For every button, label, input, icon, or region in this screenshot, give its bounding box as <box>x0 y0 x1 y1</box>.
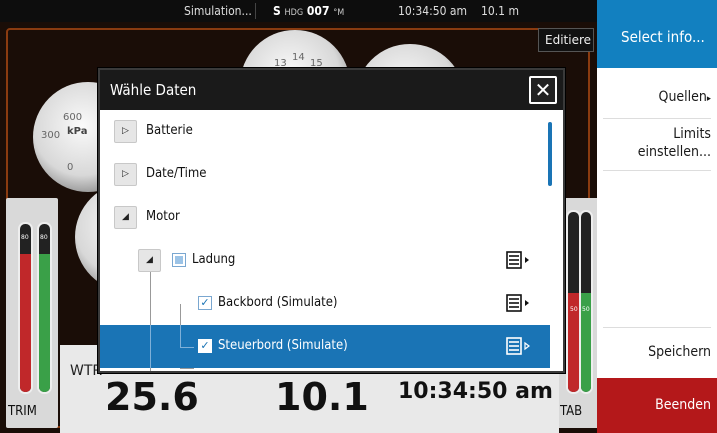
tree-item-backbord[interactable]: ✓ Backbord (Simulate) <box>100 282 550 325</box>
limits-button[interactable]: Limits einstellen... <box>597 125 717 161</box>
clock-readout: 10:34:50 am <box>398 4 468 18</box>
tree-line <box>180 347 194 348</box>
readout-value-1: 25.6 <box>105 375 199 419</box>
trim-bar-right: 80 <box>37 222 52 394</box>
collapse-icon[interactable]: ◢ <box>138 249 161 272</box>
status-bar: Simulation... S HDG 007 °M 10:34:50 am 1… <box>0 0 597 22</box>
side-menu: Select info... Quellen▸ Limits einstelle… <box>597 0 717 433</box>
tab-bar-right: 50 <box>579 210 593 394</box>
trim-meter[interactable]: 80 80 TRIM <box>6 198 58 428</box>
close-icon[interactable]: ✕ <box>529 76 557 104</box>
speichern-button[interactable]: Speichern <box>597 343 717 361</box>
simulation-status[interactable]: Simulation... <box>184 4 252 18</box>
heading-readout: S HDG 007 °M <box>273 4 345 18</box>
select-info-button[interactable]: Select info... <box>597 0 717 68</box>
readout-value-3: 10:34:50 am <box>398 379 553 404</box>
list-menu-icon[interactable] <box>506 251 532 269</box>
expand-icon[interactable]: ▷ <box>114 120 137 143</box>
tree-line <box>180 368 194 369</box>
kpa-unit: kPa <box>67 126 88 137</box>
tree-line <box>180 325 181 347</box>
list-menu-icon[interactable] <box>506 337 532 355</box>
partial-checkbox[interactable] <box>172 253 186 267</box>
select-data-dialog: Wähle Daten ✕ ▷ Batterie ▷ Date/Time ◢ M… <box>98 68 565 373</box>
chevron-right-icon: ▸ <box>706 94 711 104</box>
expand-icon[interactable]: ▷ <box>114 163 137 186</box>
edit-button[interactable]: Editiere <box>538 28 594 52</box>
menu-divider <box>603 118 711 119</box>
dialog-header: Wähle Daten ✕ <box>100 70 563 110</box>
tree-item-ladung[interactable]: ◢ Ladung <box>100 239 550 282</box>
menu-divider <box>603 327 711 328</box>
list-menu-icon[interactable] <box>506 294 532 312</box>
tree-line <box>150 325 151 368</box>
collapse-icon[interactable]: ◢ <box>114 206 137 229</box>
data-tree: ▷ Batterie ▷ Date/Time ◢ Motor ◢ Ladung … <box>100 110 550 371</box>
tab-label: TAB <box>560 404 583 419</box>
menu-divider <box>603 170 711 171</box>
readout-value-2: 10.1 <box>275 375 369 419</box>
trim-bar-left: 80 <box>18 222 33 394</box>
quellen-button[interactable]: Quellen▸ <box>597 88 717 108</box>
tree-item-steuerbord[interactable]: ✓ Steuerbord (Simulate) <box>100 325 550 368</box>
checked-checkbox[interactable]: ✓ <box>198 296 212 310</box>
tree-item-batterie[interactable]: ▷ Batterie <box>100 110 550 153</box>
trim-label: TRIM <box>8 404 37 419</box>
beenden-button[interactable]: Beenden <box>597 378 717 433</box>
tree-item-motor[interactable]: ◢ Motor <box>100 196 550 239</box>
status-separator <box>255 3 256 19</box>
trim-fill-right <box>39 254 50 392</box>
dialog-scrollbar[interactable] <box>548 122 552 186</box>
dialog-title: Wähle Daten <box>110 81 197 99</box>
tree-item-date-time[interactable]: ▷ Date/Time <box>100 153 550 196</box>
depth-readout: 10.1 m <box>481 4 519 18</box>
checked-checkbox[interactable]: ✓ <box>198 339 212 353</box>
trim-fill-left <box>20 254 31 392</box>
